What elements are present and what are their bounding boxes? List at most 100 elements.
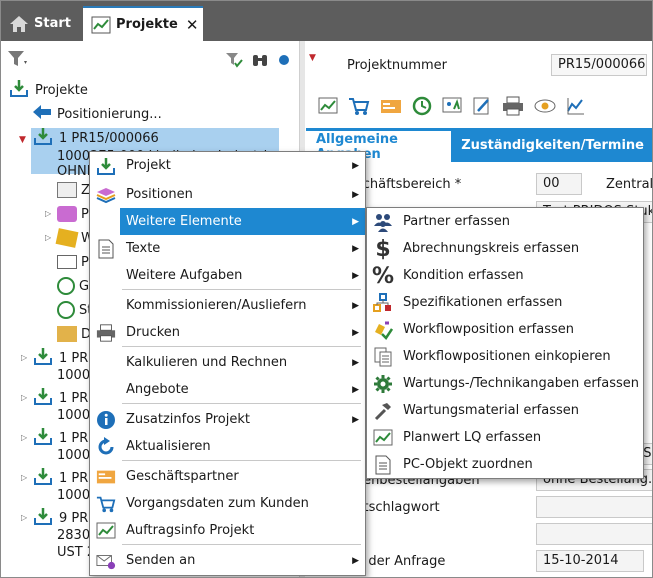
submenu-arrow-icon: ▶ — [352, 327, 359, 338]
download-icon — [33, 426, 53, 450]
document-icon — [57, 182, 77, 198]
collapse-arrow-icon[interactable]: ▼ — [19, 135, 26, 145]
printer-icon[interactable] — [502, 96, 524, 120]
tree-root[interactable]: Projekte — [9, 79, 88, 101]
document-icon — [373, 455, 393, 475]
context-menu-item[interactable]: Angebote ▶ — [90, 376, 365, 403]
blank-icon — [96, 266, 116, 286]
clock-icon — [57, 301, 75, 319]
submenu-item[interactable]: Partner erfassen — [367, 208, 643, 235]
blank-icon — [96, 296, 116, 316]
expand-arrow-icon[interactable]: ▷ — [21, 393, 27, 402]
menu-separator — [122, 289, 361, 290]
preview-icon[interactable] — [534, 96, 556, 120]
expand-arrow-icon[interactable]: ▷ — [21, 353, 27, 362]
submenu-item[interactable]: Planwert LQ erfassen — [367, 424, 643, 451]
context-menu-item[interactable]: Texte ▶ — [90, 235, 365, 262]
submenu-arrow-icon: ▶ — [352, 414, 359, 425]
tree-positioning[interactable]: Positionierung... — [31, 103, 162, 125]
download-icon — [33, 466, 53, 490]
submenu-item[interactable]: Workflowpositionen einkopieren — [367, 343, 643, 370]
context-menu-item[interactable]: Geschäftspartner — [90, 463, 365, 490]
context-menu-item[interactable]: Weitere Elemente ▶ — [120, 208, 365, 235]
expand-arrow-icon[interactable]: ▷ — [21, 513, 27, 522]
submenu-item[interactable]: $ Abrechnungskreis erfassen — [367, 235, 643, 262]
download-icon — [33, 386, 53, 410]
chart-icon — [96, 521, 116, 541]
download-icon — [9, 78, 29, 102]
submenu-item[interactable]: % Kondition erfassen — [367, 262, 643, 289]
tab-projekte[interactable]: Projekte ✕ — [83, 6, 203, 41]
tree-node-line2: 1000 — [57, 407, 91, 423]
context-menu-item-label: Kalkulieren und Rechnen — [126, 355, 288, 370]
arrow-left-icon — [31, 102, 53, 126]
submenu-item-label: Planwert LQ erfassen — [403, 430, 542, 445]
graph-icon[interactable] — [566, 96, 586, 120]
binoculars-icon[interactable] — [251, 51, 269, 73]
context-menu: Projekt ▶ Positionen ▶ Weitere Elemente ▶ Text… — [89, 151, 366, 576]
expand-arrow-icon[interactable]: ▷ — [45, 209, 51, 218]
collapse-arrow-icon[interactable]: ▼ — [309, 53, 316, 63]
contact-card-icon[interactable] — [380, 96, 402, 120]
chart-icon — [373, 428, 393, 448]
projektnummer-field[interactable]: PR15/000066 — [551, 54, 647, 76]
submenu-item[interactable]: PC-Objekt zuordnen — [367, 451, 643, 478]
detail-toolbar — [306, 93, 652, 123]
percent-icon: % — [371, 263, 395, 289]
context-menu-item[interactable]: Drucken ▶ — [90, 319, 365, 346]
tree-child[interactable]: Pi — [57, 251, 92, 273]
submenu-weitere-elemente: Partner erfassen $ Abrechnungskreis erfass… — [366, 207, 644, 479]
download-icon — [96, 156, 116, 176]
submenu-item[interactable]: Wartungsmaterial erfassen — [367, 397, 643, 424]
submenu-item[interactable]: Spezifikationen erfassen — [367, 289, 643, 316]
history-icon[interactable] — [412, 96, 432, 120]
expand-arrow-icon[interactable]: ▷ — [45, 233, 51, 242]
context-menu-item[interactable]: Weitere Aufgaben ▶ — [90, 262, 365, 289]
edit-document-icon[interactable] — [472, 96, 492, 120]
tab-start[interactable]: Start — [5, 6, 79, 41]
expand-arrow-icon[interactable]: ▷ — [21, 433, 27, 442]
submenu-arrow-icon: ▶ — [352, 160, 359, 171]
tree-child[interactable]: St — [57, 299, 92, 321]
submenu-arrow-icon: ▶ — [352, 384, 359, 395]
context-menu-item[interactable]: Kalkulieren und Rechnen ▶ — [90, 349, 365, 376]
context-menu-item[interactable]: Kommissionieren/Ausliefern ▶ — [90, 292, 365, 319]
schlagwort-label: ktschlagwort — [356, 500, 440, 515]
projektnummer-label: Projektnummer — [347, 58, 448, 73]
filter-check-icon[interactable] — [225, 51, 243, 73]
submenu-item[interactable]: Workflowposition erfassen — [367, 316, 643, 343]
context-menu-item[interactable]: Auftragsinfo Projekt — [90, 517, 365, 544]
menu-separator — [122, 346, 361, 347]
context-menu-item[interactable]: Zusatzinfos Projekt ▶ — [90, 406, 365, 433]
submenu-item-label: Abrechnungskreis erfassen — [403, 241, 580, 256]
submenu-arrow-icon: ▶ — [352, 216, 359, 227]
context-menu-item[interactable]: Projekt ▶ — [90, 152, 365, 179]
submenu-item[interactable]: Wartungs-/Technikangaben erfassen — [367, 370, 643, 397]
presentation-icon[interactable] — [442, 96, 462, 120]
expand-arrow-icon[interactable]: ▷ — [21, 473, 27, 482]
context-menu-item[interactable]: Aktualisieren — [90, 433, 365, 460]
chart-icon[interactable] — [318, 96, 338, 120]
filter-icon[interactable] — [7, 49, 29, 73]
status-dot-icon[interactable] — [279, 55, 289, 65]
context-menu-item[interactable]: Positionen ▶ — [90, 181, 365, 208]
context-menu-item-label: Projekt — [126, 158, 171, 173]
cart-icon[interactable] — [348, 96, 370, 120]
submenu-arrow-icon: ▶ — [352, 270, 359, 281]
anfrage-date-field[interactable]: 15-10-2014 — [536, 550, 644, 572]
close-icon[interactable]: ✕ — [186, 16, 199, 34]
tree-node-line2: 1000 — [57, 367, 91, 383]
tab-zustaendigkeiten[interactable]: Zuständigkeiten/Termine — [451, 128, 652, 162]
context-menu-item[interactable]: Senden an ▶ — [90, 547, 365, 574]
schlagwort-field[interactable] — [536, 496, 652, 518]
refresh-icon — [96, 437, 116, 457]
layers-icon — [57, 206, 77, 222]
cart-icon — [96, 494, 116, 514]
context-menu-item[interactable]: Vorgangsdaten zum Kunden — [90, 490, 365, 517]
dollar-icon: $ — [375, 236, 391, 262]
menu-separator — [122, 460, 361, 461]
geschaeftsbereich-field[interactable]: 00 — [536, 173, 582, 195]
tree-positioning-label: Positionierung... — [57, 106, 162, 122]
t-field[interactable] — [536, 523, 652, 545]
submenu-arrow-icon: ▶ — [352, 300, 359, 311]
